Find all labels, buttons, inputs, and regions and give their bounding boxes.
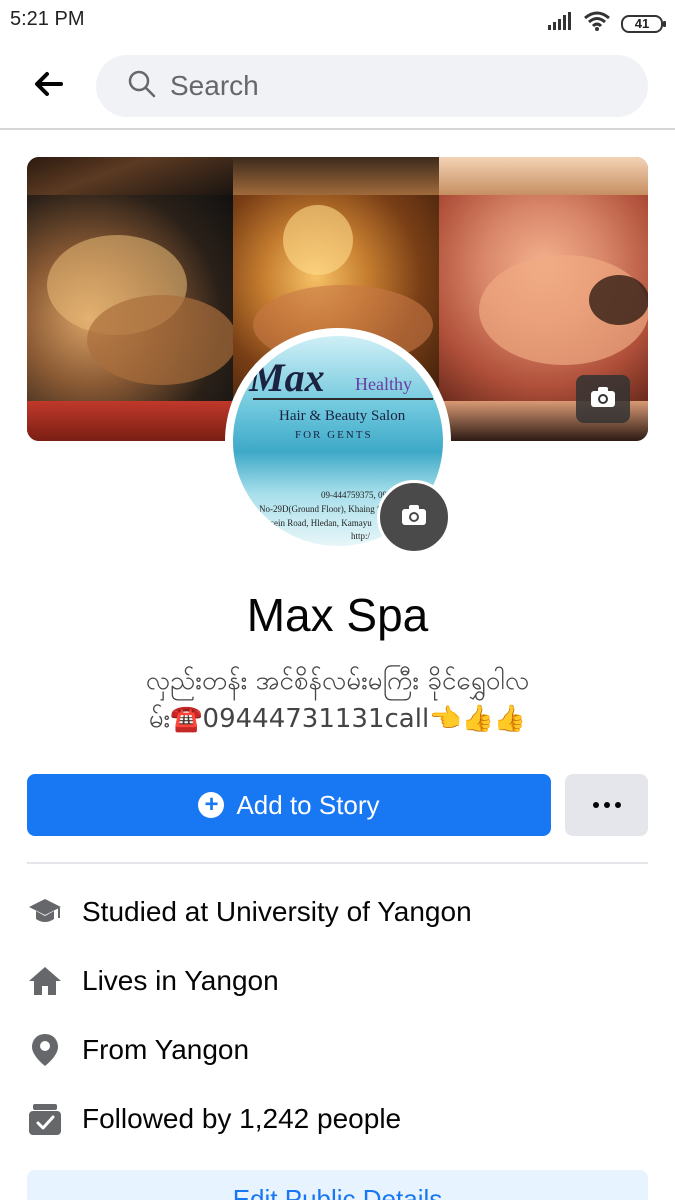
back-button[interactable] bbox=[28, 68, 68, 104]
status-icons: 41 bbox=[547, 10, 666, 37]
home-icon bbox=[27, 963, 63, 999]
detail-text: From Yangon bbox=[82, 1034, 250, 1065]
avatar-logo-address: No-29D(Ground Floor), Khaing S bbox=[259, 504, 382, 514]
avatar-logo-title: Max bbox=[249, 355, 325, 400]
cover-tile bbox=[439, 157, 648, 195]
detail-text: Followed by 1,242 people bbox=[82, 1103, 402, 1134]
avatar-camera-button[interactable] bbox=[377, 480, 451, 554]
cover-tile bbox=[233, 157, 439, 195]
cover-tile bbox=[27, 195, 233, 401]
status-time: 5:21 PM bbox=[10, 8, 85, 30]
more-dots-icon bbox=[592, 802, 599, 808]
add-to-story-label: Add to Story bbox=[236, 789, 380, 820]
cover-tile bbox=[27, 401, 233, 441]
location-pin-icon bbox=[27, 1032, 63, 1068]
camera-icon bbox=[400, 503, 428, 532]
more-options-button[interactable] bbox=[565, 774, 648, 836]
signal-icon bbox=[547, 11, 573, 36]
detail-followers[interactable]: Followed by 1,242 people bbox=[27, 1099, 648, 1139]
battery-indicator: 41 bbox=[621, 14, 666, 33]
avatar-logo-address: Insein Road, Hledan, Kamayu bbox=[263, 518, 372, 528]
edit-public-details-button[interactable]: Edit Public Details bbox=[27, 1170, 648, 1200]
bio-line: မ်း☎️09444731131call👈👍👍 bbox=[148, 704, 527, 734]
detail-text: Lives in Yangon bbox=[82, 965, 279, 996]
bio-line: လှည်းတန်း အင်စိန်လမ်းမကြီး ခိုင်ရွှေဝါလ bbox=[145, 666, 530, 696]
detail-from[interactable]: From Yangon bbox=[27, 1030, 648, 1070]
detail-text: Studied at University of Yangon bbox=[82, 896, 472, 927]
avatar-logo-healthy: Healthy bbox=[355, 374, 412, 394]
avatar-logo-salon: Hair & Beauty Salon bbox=[279, 408, 406, 424]
profile-name: Max Spa bbox=[246, 589, 429, 641]
avatar-logo-gents: FOR GENTS bbox=[295, 429, 373, 441]
cover-tile bbox=[439, 195, 648, 401]
cover-camera-button[interactable] bbox=[576, 375, 630, 423]
plus-circle-icon: + bbox=[198, 792, 225, 818]
search-input[interactable] bbox=[170, 70, 590, 102]
header bbox=[0, 40, 675, 130]
detail-lives-in[interactable]: Lives in Yangon bbox=[27, 961, 648, 1001]
search-icon bbox=[128, 70, 156, 103]
back-arrow-icon bbox=[33, 71, 63, 102]
divider bbox=[27, 862, 648, 864]
status-bar: 5:21 PM 41 bbox=[0, 0, 675, 40]
avatar-logo-url: http:/ bbox=[351, 531, 371, 541]
wifi-icon bbox=[583, 10, 611, 37]
add-to-story-button[interactable]: + Add to Story bbox=[27, 774, 551, 836]
camera-icon bbox=[589, 385, 617, 414]
profile-bio: လှည်းတန်း အင်စိန်လမ်းမကြီး ခိုင်ရွှေဝါလ … bbox=[90, 662, 585, 738]
search-bar[interactable] bbox=[96, 55, 648, 117]
followers-icon bbox=[27, 1101, 63, 1137]
graduation-cap-icon bbox=[27, 894, 63, 930]
detail-education[interactable]: Studied at University of Yangon bbox=[27, 892, 648, 932]
avatar-logo-divider bbox=[253, 398, 433, 400]
cover-tile bbox=[27, 157, 233, 195]
